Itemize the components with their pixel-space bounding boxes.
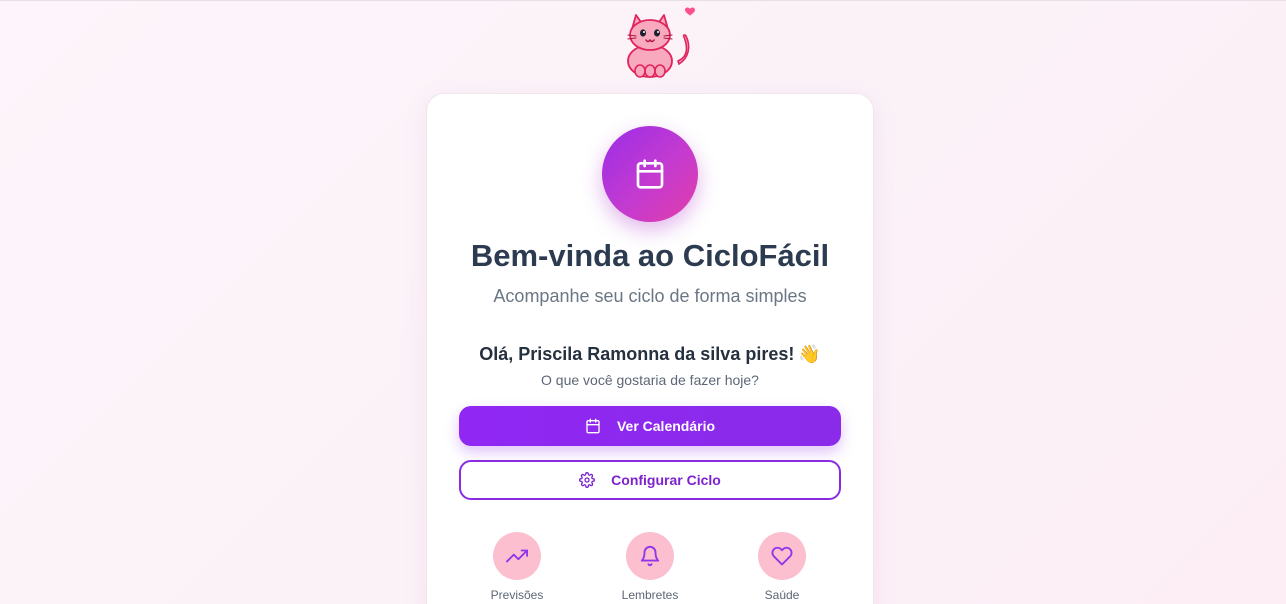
feature-shortcuts: Previsões Lembretes Saúde [427, 532, 873, 604]
feature-reminders[interactable]: Lembretes [595, 532, 705, 602]
gear-icon [579, 472, 596, 488]
greeting-question: O que você gostaria de fazer hoje? [541, 372, 759, 388]
waving-hand-icon: 👋 [798, 344, 821, 364]
feature-label: Saúde [764, 588, 800, 602]
feature-predictions[interactable]: Previsões [462, 532, 572, 602]
view-calendar-button[interactable]: Ver Calendário [459, 406, 841, 446]
configure-cycle-button[interactable]: Configurar Ciclo [459, 460, 841, 500]
heart-icon [771, 546, 793, 566]
cat-mascot-logo [620, 3, 700, 83]
page-title: Bem-vinda ao CicloFácil [470, 238, 830, 273]
heart-icon [685, 7, 695, 16]
page-subtitle: Acompanhe seu ciclo de forma simples [493, 286, 807, 306]
feature-label: Previsões [490, 588, 544, 602]
calendar-icon [636, 159, 664, 189]
greeting-text: Olá, Priscila Ramonna da silva pires! [479, 344, 795, 364]
health-badge[interactable] [758, 532, 806, 580]
welcome-card: Bem-vinda ao CicloFácil Acompanhe seu ci… [426, 93, 874, 604]
feature-label: Lembretes [621, 588, 679, 602]
feature-health[interactable]: Saúde [727, 532, 837, 602]
bell-icon [640, 546, 660, 567]
user-greeting: Olá, Priscila Ramonna da silva pires! 👋 [427, 344, 873, 365]
trending-up-icon [506, 549, 528, 563]
calendar-icon [586, 418, 600, 434]
configure-cycle-label: Configurar Ciclo [611, 472, 721, 488]
reminders-badge[interactable] [626, 532, 674, 580]
predictions-badge[interactable] [493, 532, 541, 580]
view-calendar-label: Ver Calendário [616, 418, 716, 434]
hero-calendar-badge [602, 126, 698, 222]
